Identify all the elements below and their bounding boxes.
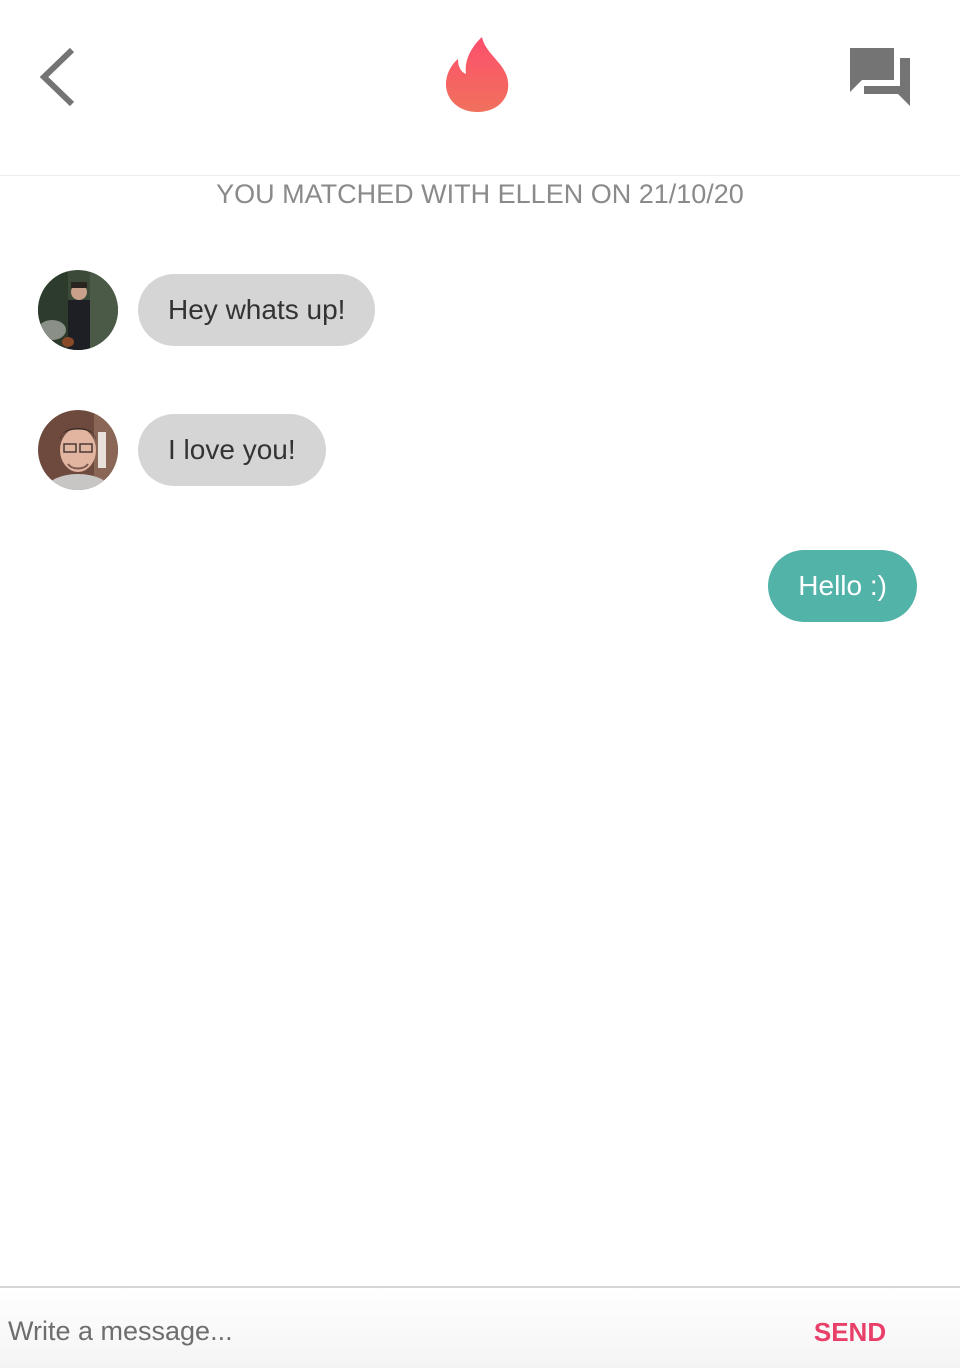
outgoing-message-bubble: Hello :) bbox=[768, 550, 917, 622]
avatar-photo bbox=[38, 270, 118, 350]
chevron-left-icon bbox=[39, 47, 75, 107]
message-row: I love you! bbox=[38, 410, 326, 490]
avatar-photo bbox=[38, 410, 118, 490]
message-row: Hey whats up! bbox=[38, 270, 376, 350]
message-input[interactable] bbox=[8, 1306, 768, 1356]
incoming-message-bubble: Hey whats up! bbox=[138, 274, 376, 346]
message-composer: SEND bbox=[0, 1286, 960, 1368]
top-bar bbox=[0, 0, 960, 176]
app-logo bbox=[442, 34, 514, 114]
chat-screen: YOU MATCHED WITH ELLEN ON 21/10/20 Hey w… bbox=[0, 0, 960, 1368]
avatar[interactable] bbox=[38, 270, 118, 350]
chats-button[interactable] bbox=[846, 44, 914, 110]
match-banner: YOU MATCHED WITH ELLEN ON 21/10/20 bbox=[216, 179, 744, 209]
send-button[interactable]: SEND bbox=[800, 1310, 900, 1354]
chat-bubbles-icon bbox=[850, 48, 910, 106]
avatar[interactable] bbox=[38, 410, 118, 490]
flame-icon bbox=[445, 37, 509, 112]
back-button[interactable] bbox=[34, 42, 86, 112]
incoming-message-bubble: I love you! bbox=[138, 414, 326, 486]
